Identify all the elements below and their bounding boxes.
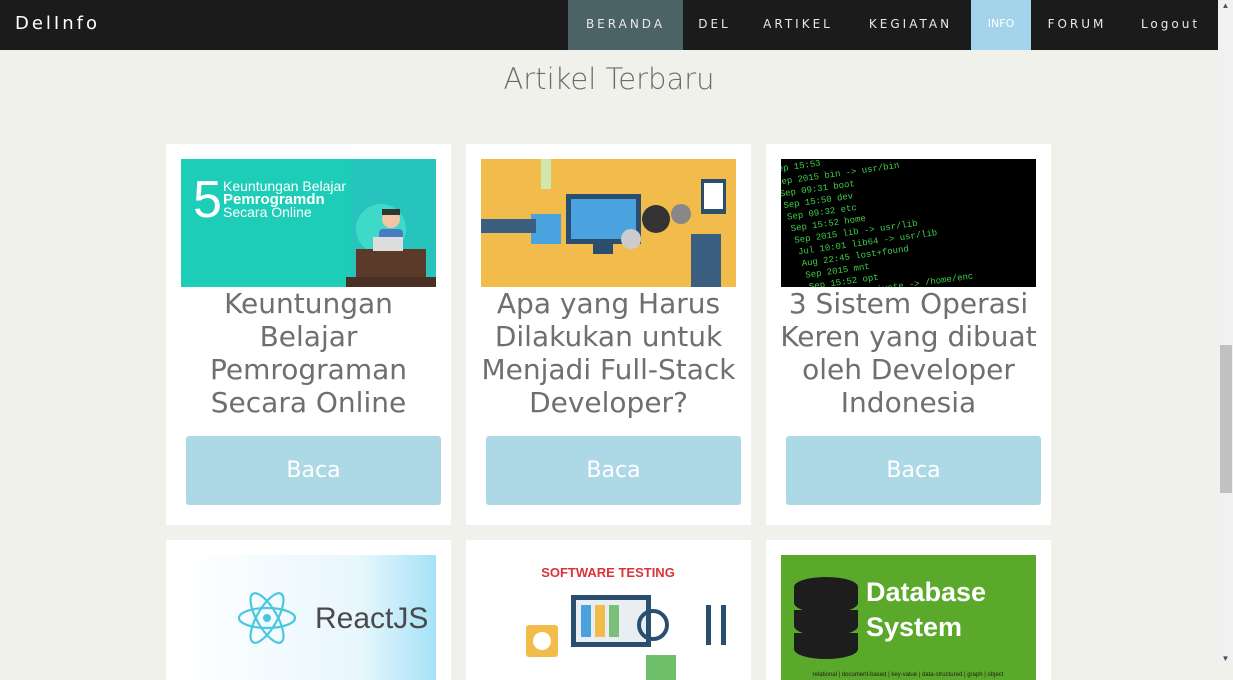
read-button[interactable]: Baca <box>786 436 1041 505</box>
thumb-line2: System <box>866 612 962 642</box>
scrollbar-thumb[interactable] <box>1220 345 1232 493</box>
thumb-number: 5 <box>193 171 222 229</box>
thumb-label: SOFTWARE TESTING <box>541 565 675 580</box>
article-thumbnail[interactable]: Database System relational | document-ba… <box>781 555 1036 680</box>
read-button[interactable]: Baca <box>186 436 441 505</box>
vertical-scrollbar[interactable]: ▲ ▼ <box>1218 0 1233 665</box>
nav-item-kegiatan[interactable]: KEGIATAN <box>850 0 971 50</box>
article-thumbnail[interactable] <box>481 159 736 287</box>
article-card: ReactJS <box>166 540 451 680</box>
article-card: Database System relational | document-ba… <box>766 540 1051 680</box>
article-thumbnail[interactable]: 5 Keuntungan Belajar Pemrogramdn Secara … <box>181 159 436 287</box>
thumb-label: ReactJS <box>315 602 428 635</box>
nav-item-del[interactable]: DEL <box>683 0 746 50</box>
brand-logo[interactable]: DelInfo <box>15 13 100 34</box>
article-card: 5 Keuntungan Belajar Pemrogramdn Secara … <box>166 144 451 525</box>
nav-item-logout[interactable]: Logout <box>1123 0 1218 50</box>
thumb-footer: relational | document-based | key-value … <box>813 672 1004 678</box>
section-title: Artikel Terbaru <box>503 62 715 96</box>
article-title[interactable]: 3 Sistem Operasi Keren yang dibuat oleh … <box>776 287 1041 419</box>
scroll-down-arrow-icon[interactable]: ▼ <box>1218 653 1233 665</box>
nav-item-forum[interactable]: FORUM <box>1031 0 1123 50</box>
article-thumbnail[interactable]: ReactJS <box>181 555 436 680</box>
article-thumbnail[interactable]: Sep 15:53 Sep 2015 bin -> usr/bin Sep 09… <box>781 159 1036 287</box>
nav-item-artikel[interactable]: ARTIKEL <box>746 0 850 50</box>
scroll-up-arrow-icon[interactable]: ▲ <box>1218 0 1233 12</box>
nav-item-beranda[interactable]: BERANDA <box>568 0 683 50</box>
nav-item-info[interactable]: INFO <box>971 0 1031 50</box>
thumb-line1: Database <box>866 577 986 607</box>
article-title[interactable]: Apa yang Harus Dilakukan untuk Menjadi F… <box>476 287 741 419</box>
thumb-line3: Secara Online <box>223 204 312 220</box>
article-title[interactable]: Keuntungan Belajar Pemrograman Secara On… <box>176 287 441 419</box>
article-thumbnail[interactable]: SOFTWARE TESTING <box>481 555 736 680</box>
top-navbar: DelInfo BERANDA DEL ARTIKEL KEGIATAN INF… <box>0 0 1218 50</box>
article-card: Sep 15:53 Sep 2015 bin -> usr/bin Sep 09… <box>766 144 1051 525</box>
article-card: SOFTWARE TESTING <box>466 540 751 680</box>
article-card: Apa yang Harus Dilakukan untuk Menjadi F… <box>466 144 751 525</box>
read-button[interactable]: Baca <box>486 436 741 505</box>
